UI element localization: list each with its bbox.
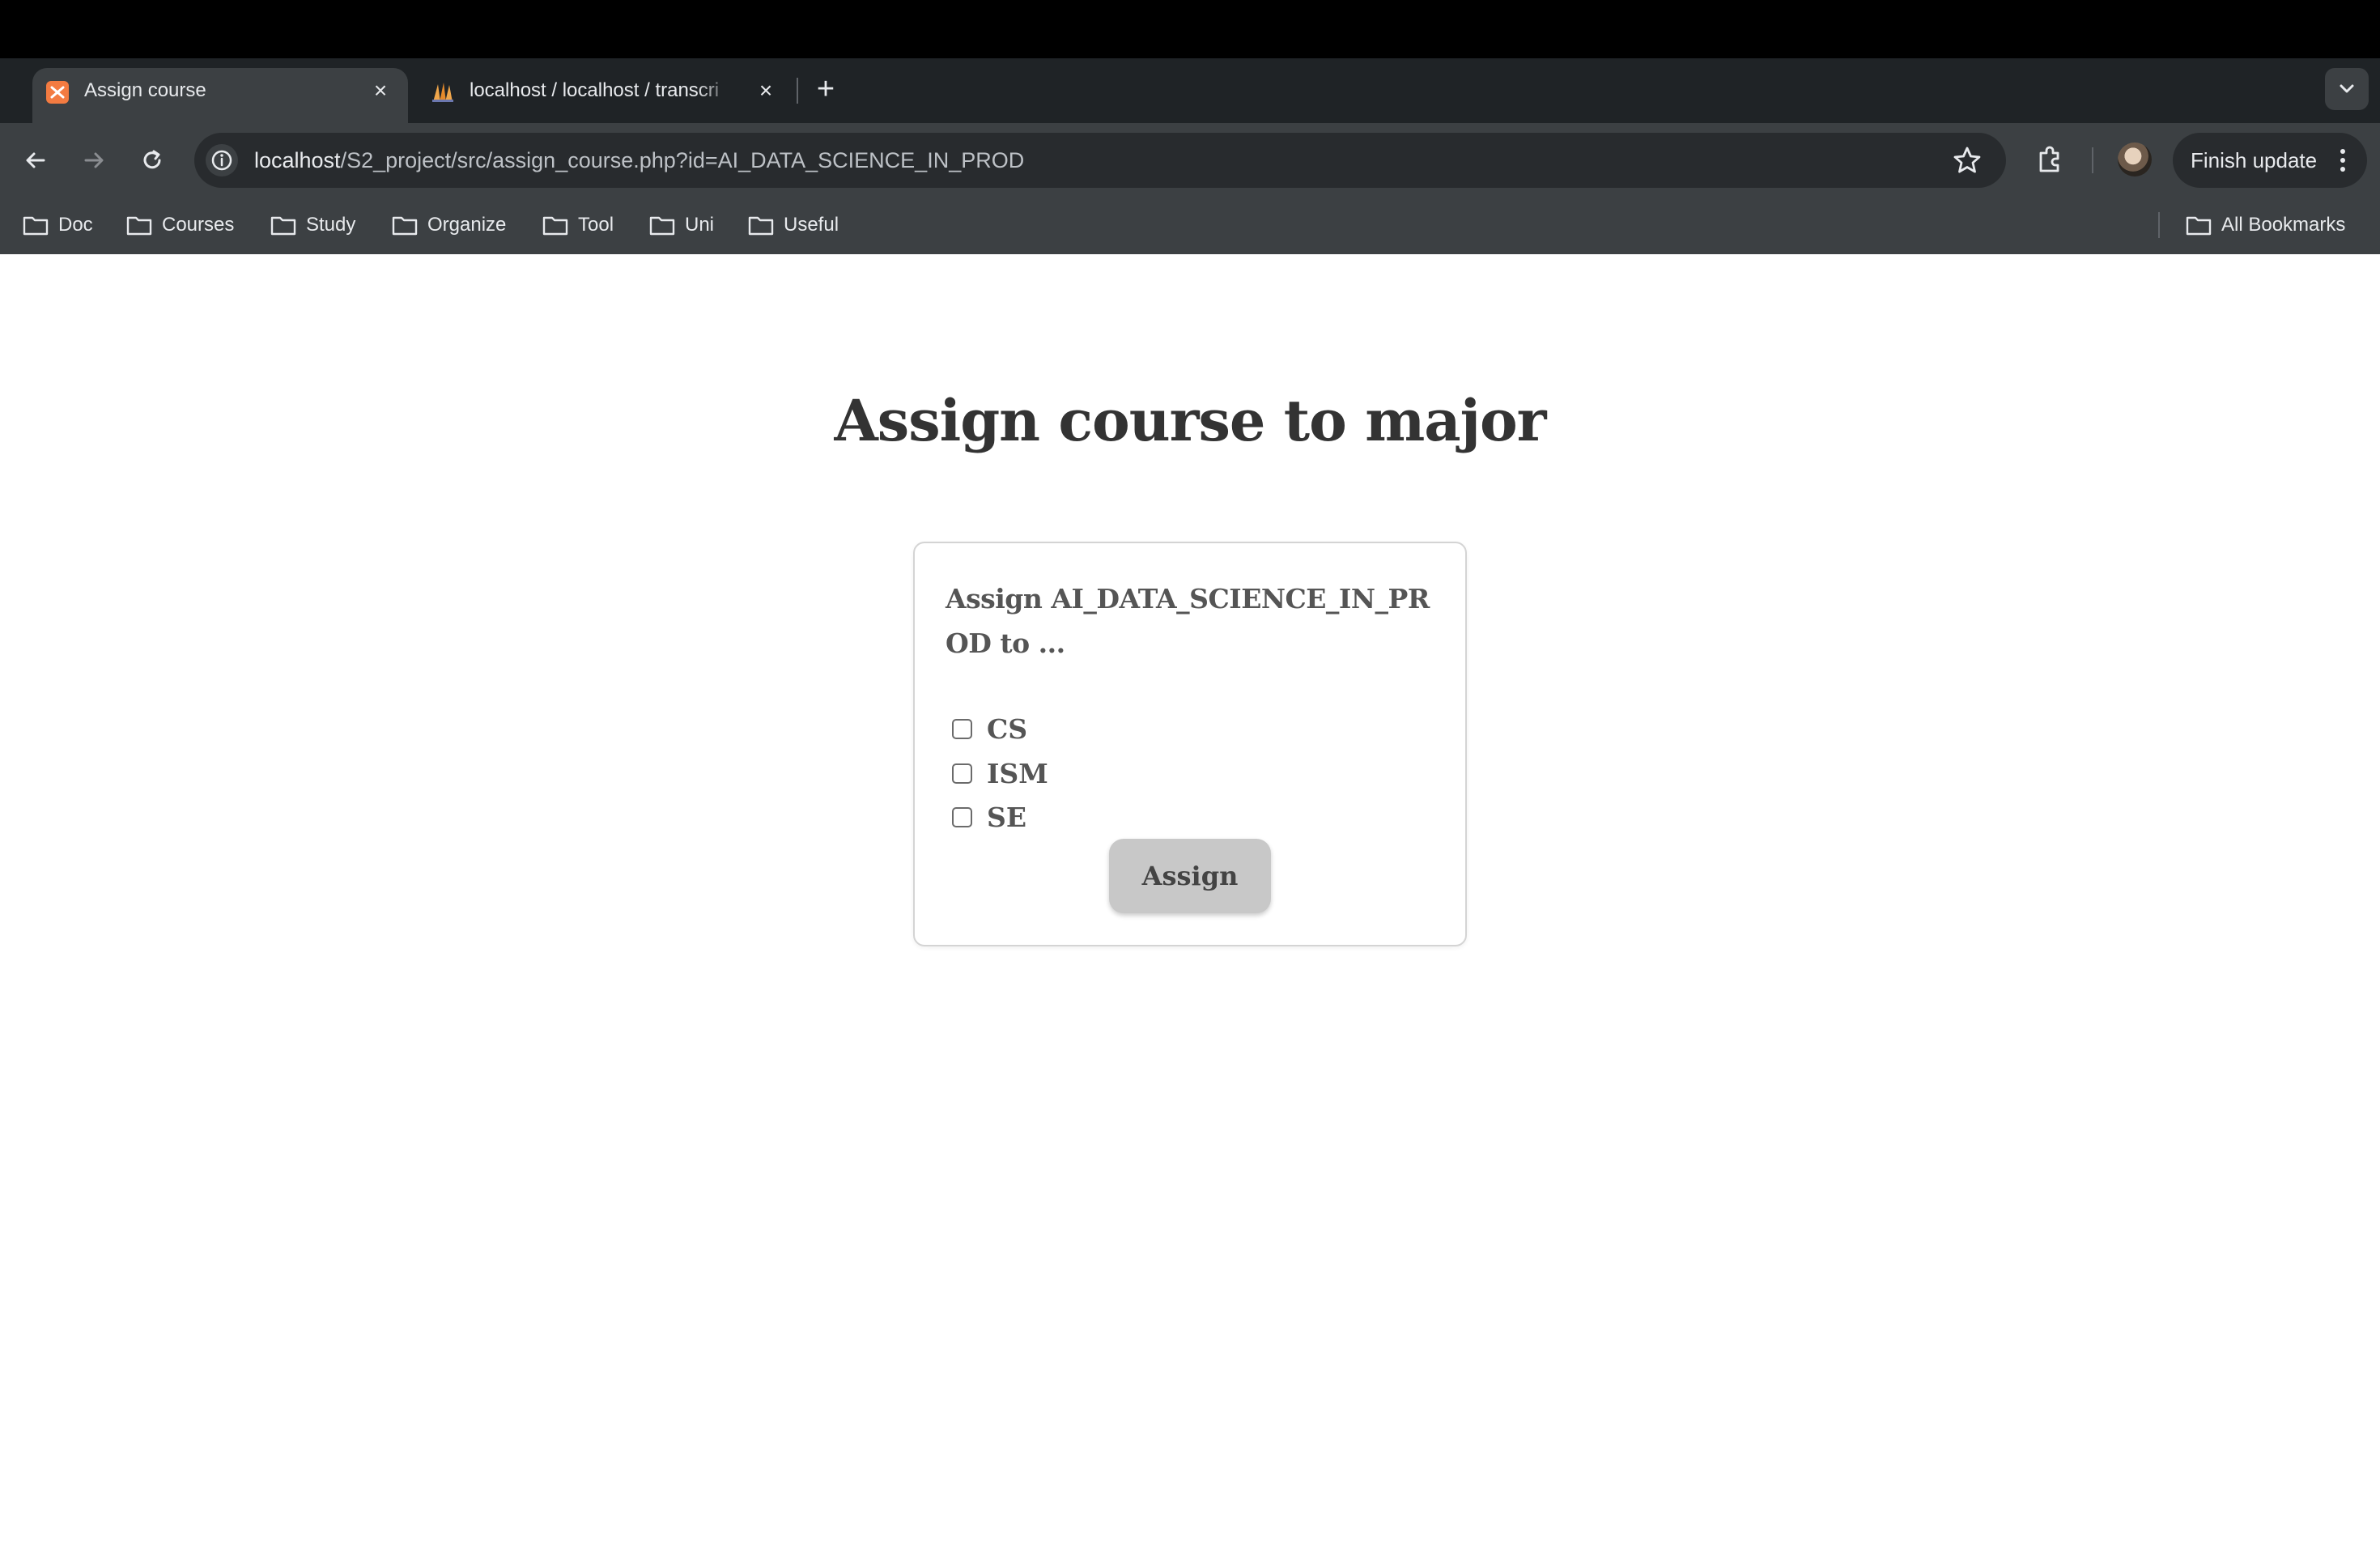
major-option-ism[interactable]: ISM bbox=[952, 753, 1048, 793]
bookmark-star-icon[interactable] bbox=[1949, 142, 1985, 178]
more-options-icon[interactable] bbox=[2333, 146, 2352, 175]
toolbar-divider bbox=[2092, 147, 2093, 173]
bookmark-folder-organize[interactable]: Organize bbox=[392, 209, 506, 241]
close-icon[interactable]: × bbox=[753, 78, 779, 104]
checkbox-cs[interactable] bbox=[952, 718, 972, 739]
page-title: Assign course to major bbox=[834, 387, 1546, 454]
tab-divider bbox=[797, 78, 798, 104]
new-tab-icon[interactable]: + bbox=[811, 73, 840, 108]
extensions-icon[interactable] bbox=[2030, 141, 2069, 180]
folder-icon bbox=[126, 216, 152, 236]
folder-icon bbox=[2186, 216, 2212, 236]
xampp-icon bbox=[46, 81, 69, 104]
major-label: SE bbox=[987, 801, 1026, 833]
bookmark-folder-useful[interactable]: Useful bbox=[748, 209, 839, 241]
arrow-right-icon bbox=[84, 152, 104, 168]
bookmark-label: Study bbox=[306, 214, 356, 236]
close-icon[interactable]: × bbox=[368, 78, 393, 104]
major-option-cs[interactable]: CS bbox=[952, 708, 1027, 749]
site-info-button[interactable] bbox=[206, 144, 238, 176]
url-host: localhost bbox=[254, 148, 341, 172]
major-label: CS bbox=[987, 712, 1028, 745]
form-legend: Assign AI_DATA_SCIENCE_IN_PROD to ... bbox=[946, 583, 1430, 659]
checkbox-se[interactable] bbox=[952, 806, 972, 827]
bookmark-label: Doc bbox=[58, 214, 93, 236]
major-option-se[interactable]: SE bbox=[952, 797, 1026, 837]
bookmarks-bar bbox=[0, 198, 2380, 254]
bookmark-label: Courses bbox=[162, 214, 235, 236]
folder-icon bbox=[270, 216, 296, 236]
bookmark-folder-uni[interactable]: Uni bbox=[649, 209, 714, 241]
bookmarks-divider bbox=[2158, 212, 2160, 238]
bookmark-label: Uni bbox=[685, 214, 715, 236]
tab-title: localhost / localhost / transcri bbox=[470, 79, 720, 101]
major-label: ISM bbox=[987, 757, 1048, 789]
bookmark-folder-courses[interactable]: Courses bbox=[126, 209, 234, 241]
reload-icon bbox=[143, 150, 161, 169]
tab-title: Assign course bbox=[84, 79, 206, 101]
forward-button[interactable] bbox=[74, 141, 113, 180]
url-path: /S2_project/src/assign_course.php?id=AI_… bbox=[340, 148, 1025, 172]
folder-icon bbox=[23, 216, 49, 236]
folder-icon bbox=[392, 216, 418, 236]
phpmyadmin-icon bbox=[432, 83, 453, 102]
tab-phpmyadmin[interactable]: localhost / localhost / transcri × bbox=[418, 68, 793, 123]
reload-button[interactable] bbox=[133, 141, 172, 180]
all-bookmarks-button[interactable]: All Bookmarks bbox=[2186, 209, 2345, 241]
checkbox-ism[interactable] bbox=[952, 763, 972, 784]
back-button[interactable] bbox=[16, 141, 55, 180]
folder-icon bbox=[649, 216, 675, 236]
profile-avatar[interactable] bbox=[2118, 142, 2152, 176]
bookmark-folder-doc[interactable]: Doc bbox=[23, 209, 93, 241]
bookmark-folder-tool[interactable]: Tool bbox=[542, 209, 614, 241]
tab-assign-course[interactable]: Assign course × bbox=[32, 68, 408, 123]
chevron-down-icon bbox=[2340, 84, 2354, 93]
finish-update-label: Finish update bbox=[2191, 148, 2318, 172]
arrow-left-icon bbox=[26, 152, 45, 168]
bookmark-folder-study[interactable]: Study bbox=[270, 209, 355, 241]
bookmark-label: Useful bbox=[784, 214, 839, 236]
folder-icon bbox=[748, 216, 774, 236]
window-titlebar bbox=[0, 0, 2380, 58]
url-text[interactable]: localhost/S2_project/src/assign_course.p… bbox=[254, 133, 1024, 188]
info-icon bbox=[211, 150, 232, 171]
assign-button[interactable]: Assign bbox=[1109, 839, 1271, 913]
tab-search-button[interactable] bbox=[2325, 68, 2369, 110]
bookmark-label: Tool bbox=[578, 214, 614, 236]
all-bookmarks-label: All Bookmarks bbox=[2221, 214, 2346, 236]
folder-icon bbox=[542, 216, 568, 236]
bookmark-label: Organize bbox=[427, 214, 507, 236]
